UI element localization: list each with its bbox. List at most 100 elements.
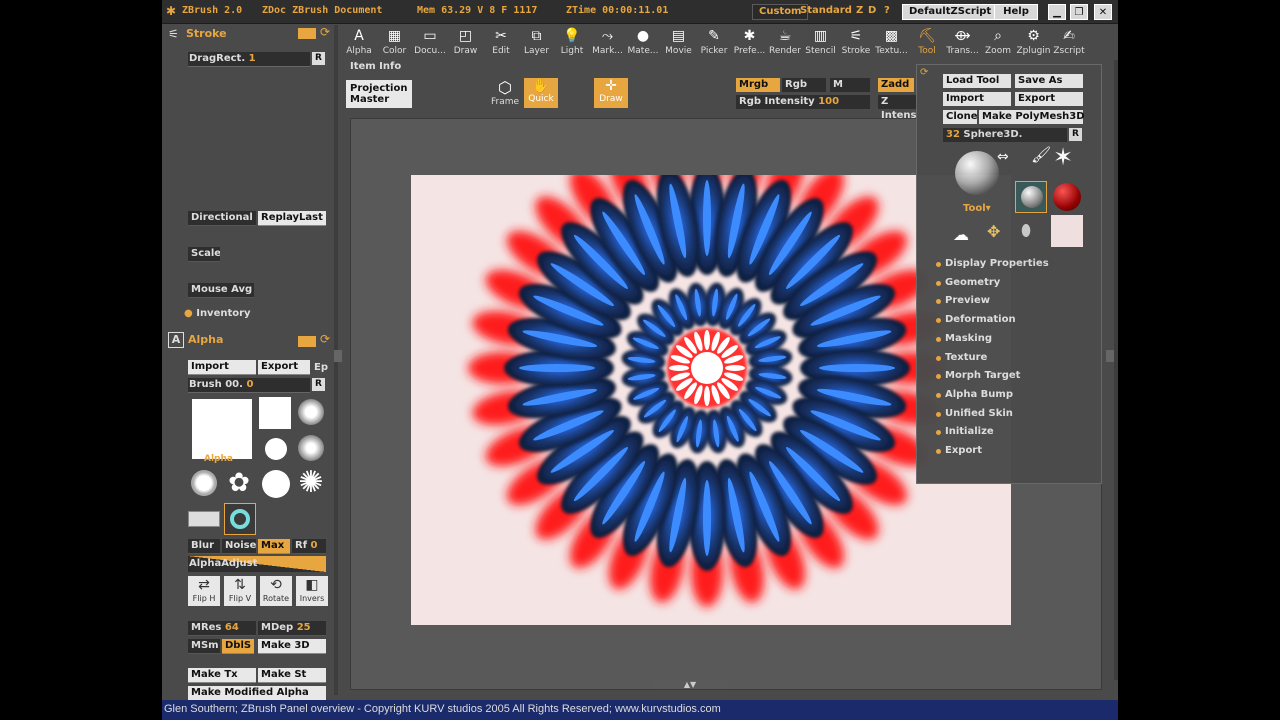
bottom-tray-toggle[interactable]: ▲▼ bbox=[652, 681, 728, 689]
menu-edit[interactable]: ✂ Edit bbox=[484, 27, 518, 56]
stroke-palette-title[interactable]: Stroke bbox=[186, 25, 227, 43]
flip-h-button[interactable]: ⇄ Flip H bbox=[188, 576, 220, 606]
sphere3d-tool-thumb[interactable] bbox=[955, 151, 999, 195]
right-tray-toggle[interactable] bbox=[1106, 350, 1114, 362]
noise-slider[interactable]: Noise bbox=[222, 539, 256, 554]
save-as-button[interactable]: Save As bbox=[1015, 74, 1083, 88]
menu-light[interactable]: 💡 Light bbox=[555, 27, 589, 56]
tool-label[interactable]: Tool▾ bbox=[963, 203, 991, 214]
max-button[interactable]: Max bbox=[258, 539, 290, 554]
menu-draw[interactable]: ◰ Draw bbox=[449, 27, 483, 56]
scale-button[interactable]: Scale bbox=[188, 247, 220, 262]
minimize-icon[interactable]: ▁ bbox=[1048, 4, 1066, 20]
tool-subpalette-display-properties[interactable]: Display Properties bbox=[936, 258, 1049, 269]
alphaadjust-curve[interactable]: AlphaAdjust bbox=[188, 556, 326, 572]
load-tool-button[interactable]: Load Tool bbox=[943, 74, 1011, 88]
alpha-thumb-star[interactable]: ✺ bbox=[294, 466, 328, 500]
menu-alpha[interactable]: A Alpha bbox=[342, 27, 376, 56]
tool-reset-button[interactable]: R bbox=[1069, 128, 1082, 141]
tool-subpalette-geometry[interactable]: Geometry bbox=[935, 277, 1000, 288]
quick-button[interactable]: ✋ Quick bbox=[524, 78, 558, 108]
tool-subpalette-unified-skin[interactable]: Unified Skin bbox=[936, 408, 1013, 419]
frame-button[interactable]: ⬡ Frame bbox=[488, 78, 522, 108]
projection-master-button[interactable]: Projection Master bbox=[346, 80, 412, 108]
transpose-icon[interactable]: ✥ bbox=[987, 222, 1000, 241]
d-button[interactable]: D bbox=[866, 4, 878, 20]
close-icon[interactable]: ✕ bbox=[1094, 4, 1112, 20]
rgb-button[interactable]: Rgb bbox=[782, 78, 826, 92]
clone-button[interactable]: Clone bbox=[943, 110, 978, 124]
left-tray-toggle[interactable] bbox=[334, 350, 342, 362]
alpha-thumb-ring[interactable] bbox=[224, 503, 256, 535]
palette-menu-icon[interactable] bbox=[298, 28, 316, 39]
menu-render[interactable]: ☕ Render bbox=[768, 27, 802, 56]
menu-zplugin[interactable]: ⚙ Zplugin bbox=[1017, 27, 1051, 56]
plane-tool-thumb[interactable] bbox=[1051, 215, 1083, 247]
menu-zscript[interactable]: ✍ Zscript bbox=[1052, 27, 1086, 56]
make-polymesh3d-button[interactable]: Make PolyMesh3D bbox=[979, 110, 1085, 124]
tool-import-button[interactable]: Import bbox=[943, 92, 1011, 106]
dbls-button[interactable]: DblS bbox=[222, 639, 254, 654]
tool-subpalette-export[interactable]: Export bbox=[935, 445, 982, 456]
current-tool-slider[interactable]: 32 Sphere3D. bbox=[943, 128, 1067, 142]
star-tool-icon[interactable]: ✶ bbox=[1053, 143, 1073, 171]
menu-mate[interactable]: ● Mate... bbox=[626, 27, 660, 56]
directional-button[interactable]: Directional bbox=[188, 211, 256, 226]
make-st-button[interactable]: Make St bbox=[258, 668, 326, 683]
mres-slider[interactable]: MRes 64 bbox=[188, 621, 256, 636]
dragrect-slider[interactable]: DragRect. 1 bbox=[188, 52, 310, 67]
restore-icon[interactable]: ❐ bbox=[1070, 4, 1088, 20]
brush-tool-icon[interactable]: 🖌 bbox=[1031, 145, 1051, 164]
tool-subpalette-texture[interactable]: Texture bbox=[935, 352, 987, 363]
alpha-thumb-soft[interactable] bbox=[298, 399, 324, 425]
inventory-item[interactable]: ● Inventory bbox=[184, 308, 251, 319]
menu-zoom[interactable]: ⌕ Zoom bbox=[981, 27, 1015, 56]
menu-tool[interactable]: ⛏ Tool bbox=[910, 27, 944, 56]
current-alpha-thumb[interactable] bbox=[192, 399, 252, 459]
tool-subpalette-preview[interactable]: Preview bbox=[935, 295, 990, 306]
quick-help-button[interactable]: ? bbox=[882, 4, 892, 20]
make-tx-button[interactable]: Make Tx bbox=[188, 668, 256, 683]
alpha-thumb-splat[interactable] bbox=[191, 470, 217, 496]
alpha-close-icon[interactable]: ⟳ bbox=[320, 332, 330, 346]
brush-alpha-slider[interactable]: Brush 00. 0 bbox=[188, 378, 310, 393]
z-intensity-slider[interactable]: Z Intens bbox=[878, 95, 918, 121]
tool-subpalette-initialize[interactable]: Initialize bbox=[936, 426, 994, 437]
mouse-avg-slider[interactable]: Mouse Avg bbox=[188, 283, 254, 298]
make-3d-button[interactable]: Make 3D bbox=[258, 639, 326, 654]
alpha-export-button[interactable]: Export bbox=[258, 360, 310, 375]
z-button[interactable]: Z bbox=[854, 4, 865, 20]
menu-prefe[interactable]: ✱ Prefe... bbox=[733, 27, 767, 56]
zadd-button[interactable]: Zadd bbox=[878, 78, 914, 92]
rgb-intensity-slider[interactable]: Rgb Intensity 100 bbox=[736, 95, 870, 109]
cylinder-tool-icon[interactable]: ⬮ bbox=[1021, 221, 1031, 241]
menu-color[interactable]: ▦ Color bbox=[378, 27, 412, 56]
replaylast-button[interactable]: ReplayLast bbox=[258, 211, 326, 226]
reset-button[interactable]: R bbox=[312, 52, 325, 65]
menu-mark[interactable]: ⤳ Mark... bbox=[591, 27, 625, 56]
white-blob-icon[interactable]: ☁ bbox=[953, 225, 969, 244]
alpha-thumb-circle[interactable] bbox=[265, 438, 287, 460]
m-button[interactable]: M bbox=[830, 78, 870, 92]
alpha-thumb-disc[interactable] bbox=[262, 470, 290, 498]
menu-docu[interactable]: ▭ Docu... bbox=[413, 27, 447, 56]
menu-stencil[interactable]: ▥ Stencil bbox=[804, 27, 838, 56]
alpha-label[interactable]: Alpha bbox=[204, 454, 233, 464]
tool-subpalette-morph-target[interactable]: Morph Target bbox=[935, 370, 1020, 381]
red-sphere-tool-thumb[interactable] bbox=[1053, 183, 1081, 211]
alpha-menu-icon[interactable] bbox=[298, 336, 316, 347]
menu-picker[interactable]: ✎ Picker bbox=[697, 27, 731, 56]
tool-palette-refresh-icon[interactable]: ⟳ bbox=[920, 67, 928, 78]
zscript-button[interactable]: DefaultZScript bbox=[902, 4, 999, 20]
tool-subpalette-deformation[interactable]: Deformation bbox=[936, 314, 1016, 325]
alpha-import-button[interactable]: Import bbox=[188, 360, 256, 375]
palette-close-icon[interactable]: ⟳ bbox=[320, 25, 330, 39]
menu-stroke[interactable]: ⚟ Stroke bbox=[839, 27, 873, 56]
help-button[interactable]: Help bbox=[994, 4, 1038, 20]
blur-slider[interactable]: Blur bbox=[188, 539, 220, 554]
flip-v-button[interactable]: ⇅ Flip V bbox=[224, 576, 256, 606]
standard-button[interactable]: Standard bbox=[798, 4, 854, 20]
menu-movie[interactable]: ▤ Movie bbox=[662, 27, 696, 56]
menu-layer[interactable]: ⧉ Layer bbox=[520, 27, 554, 56]
mdep-slider[interactable]: MDep 25 bbox=[258, 621, 326, 636]
